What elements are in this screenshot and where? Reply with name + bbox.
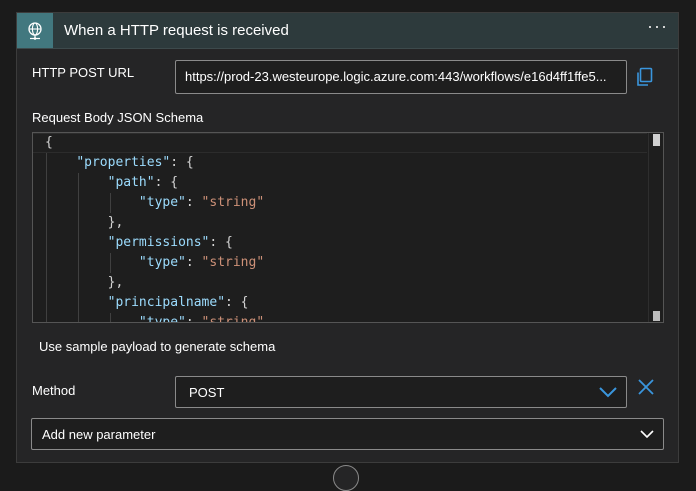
- json-key: "type": [138, 195, 186, 210]
- more-options-button[interactable]: ···: [647, 16, 668, 37]
- use-sample-payload-link[interactable]: Use sample payload to generate schema: [39, 339, 275, 354]
- close-icon[interactable]: [637, 378, 655, 396]
- scrollbar-end-marker: [653, 311, 660, 321]
- json-punctuation: },: [107, 275, 124, 290]
- code-line: "type": "string": [33, 253, 647, 273]
- json-punctuation: :: [185, 255, 202, 270]
- json-key: "properties": [76, 155, 171, 170]
- code-line: "properties": {: [33, 153, 647, 173]
- json-punctuation: {: [45, 135, 53, 150]
- scrollbar-thumb[interactable]: [653, 134, 660, 146]
- json-key: "path": [107, 175, 155, 190]
- schema-code: { "properties": { "path": { "type": "str…: [33, 133, 647, 323]
- method-value: POST: [189, 385, 225, 400]
- chevron-down-icon: [599, 387, 617, 398]
- code-line: "path": {: [33, 173, 647, 193]
- json-punctuation: : {: [154, 175, 179, 190]
- trigger-title: When a HTTP request is received: [64, 22, 289, 39]
- json-key: "type": [138, 315, 186, 323]
- json-string: "string": [201, 255, 265, 270]
- editor-scrollbar[interactable]: [648, 133, 663, 322]
- trigger-card: When a HTTP request is received ··· HTTP…: [16, 12, 679, 463]
- json-schema-editor[interactable]: { "properties": { "path": { "type": "str…: [32, 132, 664, 323]
- globe-network-icon: [17, 13, 53, 48]
- json-string: "string": [201, 195, 265, 210]
- json-key: "type": [138, 255, 186, 270]
- code-line: },: [33, 213, 647, 233]
- request-body-schema-label: Request Body JSON Schema: [32, 110, 204, 125]
- code-line: "permissions": {: [33, 233, 647, 253]
- json-punctuation: : {: [209, 235, 233, 250]
- json-key: "principalname": [107, 295, 226, 310]
- json-punctuation: :: [185, 315, 202, 323]
- http-post-url-field[interactable]: https://prod-23.westeurope.logic.azure.c…: [175, 60, 627, 94]
- add-step-connector[interactable]: [333, 465, 359, 491]
- add-new-parameter-dropdown[interactable]: Add new parameter: [31, 418, 664, 450]
- json-punctuation: : {: [225, 295, 249, 310]
- json-punctuation: },: [107, 215, 124, 230]
- code-line: },: [33, 273, 647, 293]
- add-new-parameter-label: Add new parameter: [42, 427, 156, 442]
- copy-icon[interactable]: [634, 66, 656, 88]
- method-label: Method: [32, 383, 76, 398]
- method-select[interactable]: POST: [175, 376, 627, 408]
- chevron-down-icon: [640, 430, 654, 439]
- code-line: "type": "string": [33, 313, 647, 323]
- json-key: "permissions": [107, 235, 210, 250]
- code-line: "type": "string": [33, 193, 647, 213]
- json-string: "string": [201, 315, 265, 323]
- json-punctuation: :: [185, 195, 202, 210]
- trigger-header[interactable]: When a HTTP request is received ···: [17, 13, 678, 49]
- http-post-url-label: HTTP POST URL: [32, 65, 135, 80]
- code-line: {: [33, 133, 647, 153]
- json-punctuation: : {: [170, 155, 194, 170]
- code-line: "principalname": {: [33, 293, 647, 313]
